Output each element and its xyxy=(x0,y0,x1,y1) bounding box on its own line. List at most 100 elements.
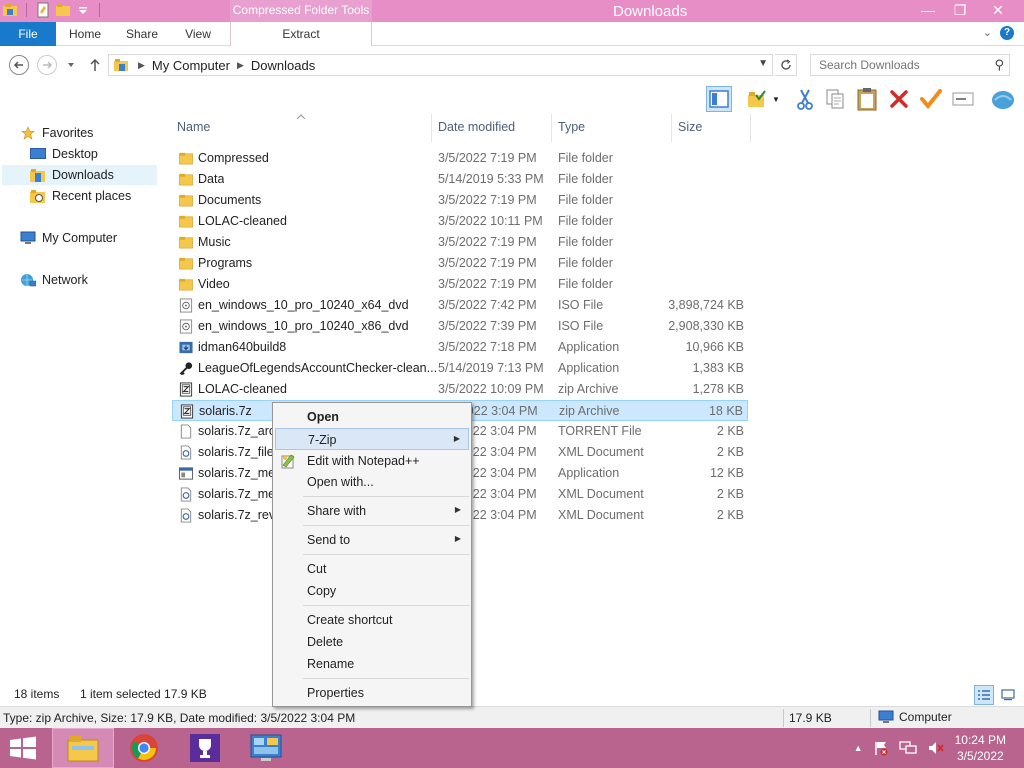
file-date-modified: 3/5/2022 7:19 PM xyxy=(438,235,537,249)
address-bar[interactable]: ▶ My Computer ▶ Downloads ▼ xyxy=(108,54,773,76)
breadcrumb-my-computer[interactable]: My Computer xyxy=(152,58,230,73)
command-toolbar: ▼ xyxy=(0,84,1024,114)
menu-item-open[interactable]: Open xyxy=(275,406,469,428)
menu-separator xyxy=(303,554,469,555)
checkmark-button[interactable] xyxy=(918,86,944,112)
tab-share[interactable]: Share xyxy=(116,22,168,46)
nav-recent-places[interactable]: Recent places xyxy=(30,186,131,206)
nav-favorites[interactable]: Favorites xyxy=(20,123,93,143)
file-row[interactable]: Compressed 3/5/2022 7:19 PM File folder xyxy=(172,148,748,169)
menu-item-send-to[interactable]: Send to ▶ xyxy=(275,529,469,551)
menu-item-cut[interactable]: Cut xyxy=(275,558,469,580)
details-view-button[interactable] xyxy=(974,685,994,705)
breadcrumb-chevron-icon[interactable]: ▶ xyxy=(138,60,145,71)
properties-icon[interactable] xyxy=(35,2,51,18)
copy-button[interactable] xyxy=(822,86,848,112)
paste-button[interactable] xyxy=(854,86,880,112)
search-input[interactable] xyxy=(811,55,981,75)
taskbar-file-explorer[interactable] xyxy=(52,728,114,768)
collapse-ribbon-button[interactable]: ⌄ xyxy=(983,26,992,40)
search-icon[interactable]: ⚲ xyxy=(994,57,1004,73)
refresh-button[interactable] xyxy=(775,54,797,76)
tab-view[interactable]: View xyxy=(172,22,224,46)
recent-locations-icon[interactable] xyxy=(66,61,76,69)
window-controls: — ❐ ✕ xyxy=(912,0,1020,20)
help-icon[interactable]: ? xyxy=(1000,26,1014,40)
explorer-icon[interactable] xyxy=(2,2,18,18)
details-view-icon xyxy=(978,690,990,700)
breadcrumb-chevron-icon[interactable]: ▶ xyxy=(237,60,244,71)
maximize-button[interactable]: ❐ xyxy=(944,0,976,20)
menu-item-rename[interactable]: Rename xyxy=(275,653,469,675)
nav-downloads[interactable]: Downloads xyxy=(2,165,157,185)
nav-my-computer[interactable]: My Computer xyxy=(20,228,117,248)
menu-item-edit-notepadpp[interactable]: Edit with Notepad++ xyxy=(275,450,469,472)
file-row[interactable]: LOLAC-cleaned 3/5/2022 10:11 PM File folde… xyxy=(172,211,748,232)
delete-button[interactable] xyxy=(886,86,912,112)
nav-network[interactable]: Network xyxy=(20,270,88,290)
column-header-name[interactable]: Name xyxy=(177,120,210,134)
search-box[interactable]: ⚲ xyxy=(810,54,1010,76)
column-header-type[interactable]: Type xyxy=(558,120,585,134)
column-header-size[interactable]: Size xyxy=(678,120,702,134)
tab-file[interactable]: File xyxy=(0,22,56,46)
preview-pane-button[interactable] xyxy=(706,86,732,112)
close-button[interactable]: ✕ xyxy=(976,0,1020,20)
address-dropdown-icon[interactable]: ▼ xyxy=(758,58,768,69)
tab-extract[interactable]: Extract xyxy=(230,22,372,46)
compressed-folder-tools-label: Compressed Folder Tools xyxy=(230,0,372,22)
new-folder-dropdown[interactable]: ▼ xyxy=(742,86,784,112)
minimize-button[interactable]: — xyxy=(912,0,944,20)
new-folder-icon[interactable] xyxy=(55,2,71,18)
rename-button[interactable] xyxy=(950,86,976,112)
file-row[interactable]: Data 5/14/2019 5:33 PM File folder xyxy=(172,169,748,190)
forward-button[interactable] xyxy=(37,55,57,75)
breadcrumb-downloads[interactable]: Downloads xyxy=(251,58,315,73)
delete-x-icon xyxy=(890,90,908,108)
file-row[interactable]: LeagueOfLegendsAccountChecker-clean... 5/… xyxy=(172,358,748,379)
volume-muted-icon[interactable] xyxy=(927,740,945,756)
nav-desktop[interactable]: Desktop xyxy=(30,144,98,164)
file-type: ISO File xyxy=(558,319,604,333)
file-row[interactable]: Documents 3/5/2022 7:19 PM File folder xyxy=(172,190,748,211)
clock[interactable]: 10:24 PM 3/5/2022 xyxy=(955,732,1006,764)
show-hidden-icons-icon[interactable]: ▲ xyxy=(854,743,863,753)
file-row[interactable]: en_windows_10_pro_10240_x86_dvd 3/5/2022 … xyxy=(172,316,748,337)
file-date-modified: 5/14/2019 5:33 PM xyxy=(438,172,544,186)
column-divider[interactable] xyxy=(551,114,552,142)
network-status-icon[interactable] xyxy=(898,740,917,756)
properties-button[interactable] xyxy=(990,86,1016,112)
file-name: Video xyxy=(198,277,230,291)
sort-indicator-icon xyxy=(297,114,305,119)
file-row[interactable]: idman640build8 3/5/2022 7:18 PM Applicatio… xyxy=(172,337,748,358)
menu-item-properties[interactable]: Properties xyxy=(275,682,469,704)
large-icons-view-button[interactable] xyxy=(998,685,1018,705)
file-row[interactable]: Music 3/5/2022 7:19 PM File folder xyxy=(172,232,748,253)
customize-qat-icon[interactable] xyxy=(75,2,91,18)
file-row[interactable]: Video 3/5/2022 7:19 PM File folder xyxy=(172,274,748,295)
menu-item-delete[interactable]: Delete xyxy=(275,631,469,653)
menu-item-create-shortcut[interactable]: Create shortcut xyxy=(275,609,469,631)
file-name: LeagueOfLegendsAccountChecker-clean... xyxy=(198,361,438,375)
file-row[interactable]: en_windows_10_pro_10240_x64_dvd 3/5/2022 … xyxy=(172,295,748,316)
menu-item-share-with[interactable]: Share with ▶ xyxy=(275,500,469,522)
taskbar-trophy-app[interactable] xyxy=(174,728,236,768)
file-row[interactable]: LOLAC-cleaned 3/5/2022 10:09 PM zip Archiv… xyxy=(172,379,748,400)
start-button[interactable] xyxy=(8,736,38,760)
cut-button[interactable] xyxy=(792,86,818,112)
menu-item-copy[interactable]: Copy xyxy=(275,580,469,602)
network-icon xyxy=(21,274,36,287)
column-divider[interactable] xyxy=(750,114,751,142)
column-header-date[interactable]: Date modified xyxy=(438,120,515,134)
up-arrow-icon[interactable] xyxy=(88,57,102,73)
back-button[interactable] xyxy=(9,55,29,75)
column-divider[interactable] xyxy=(671,114,672,142)
action-center-flag-icon[interactable] xyxy=(873,740,889,756)
menu-item-7zip[interactable]: 7-Zip ▶ xyxy=(275,428,469,450)
taskbar-control-panel[interactable] xyxy=(235,728,297,768)
file-row[interactable]: Programs 3/5/2022 7:19 PM File folder xyxy=(172,253,748,274)
column-divider[interactable] xyxy=(431,114,432,142)
taskbar-chrome[interactable] xyxy=(113,728,175,768)
menu-item-open-with[interactable]: Open with... xyxy=(275,471,469,493)
tab-home[interactable]: Home xyxy=(58,22,112,46)
